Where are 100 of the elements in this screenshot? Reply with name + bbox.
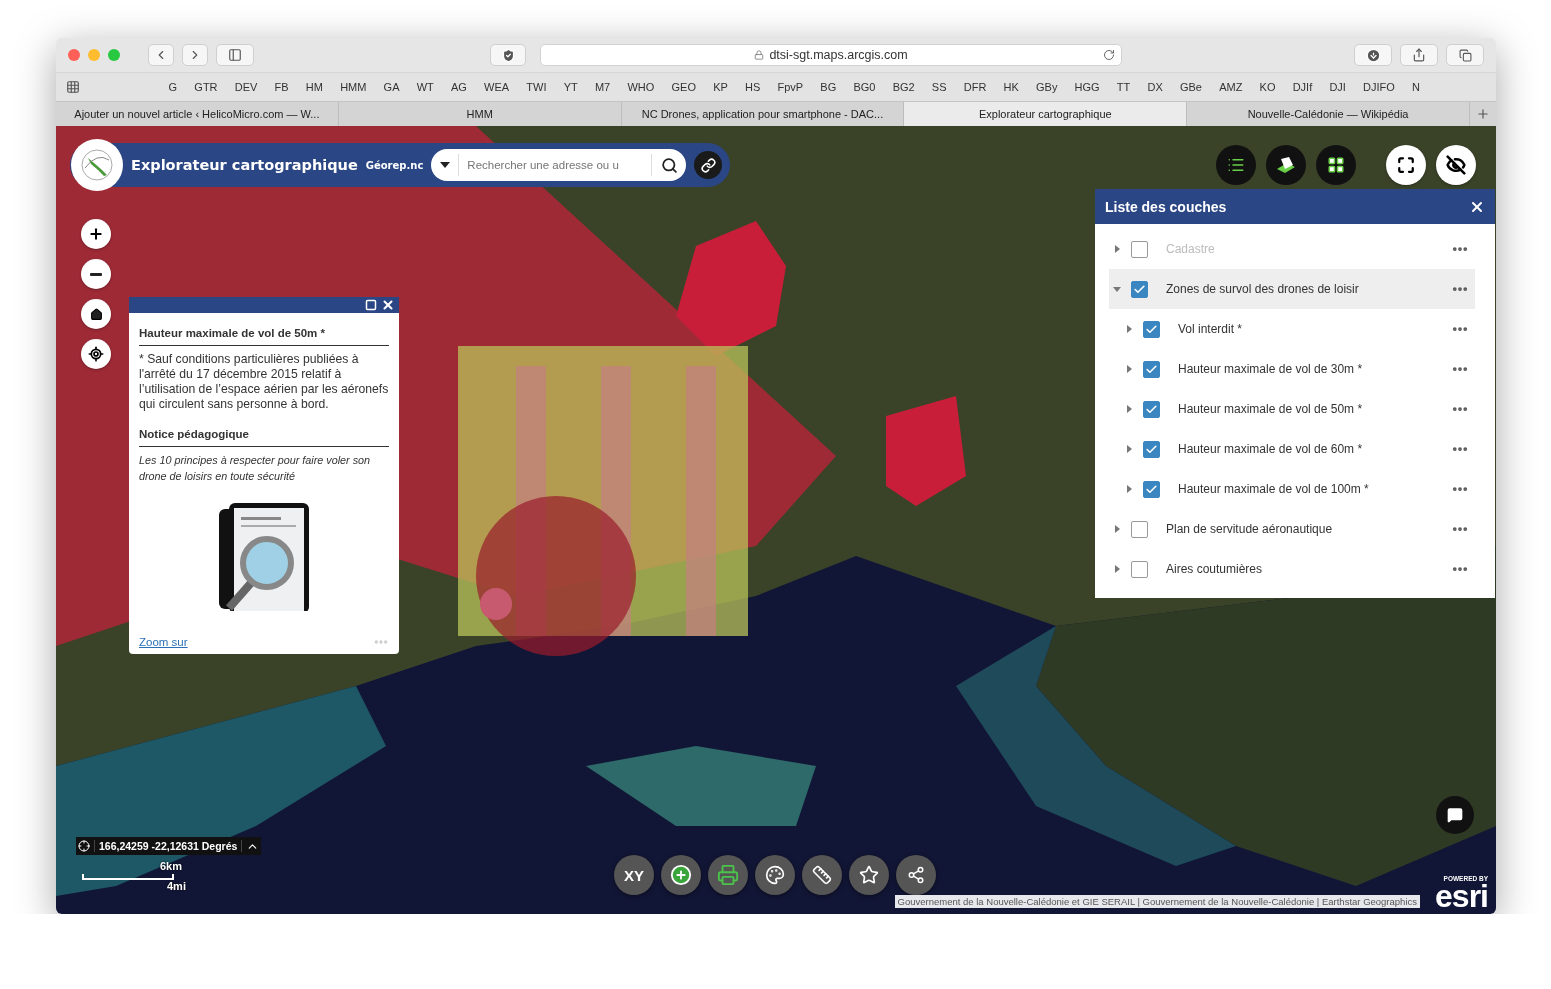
bookmark-link[interactable]: AMZ (1210, 81, 1251, 93)
popup-heading: Notice pédagogique (139, 422, 389, 447)
layer-checkbox[interactable] (1143, 480, 1160, 498)
bookmark-link[interactable]: G (160, 81, 186, 93)
grid-icon (1327, 156, 1345, 174)
bookmark-link[interactable]: TWI (517, 81, 556, 93)
bookmark-link[interactable]: GBe (1171, 81, 1211, 93)
star-icon (859, 865, 879, 885)
layer-checkbox[interactable] (1143, 360, 1160, 378)
layer-checkbox[interactable] (1131, 560, 1148, 578)
bookmark-link[interactable]: BG2 (884, 81, 924, 93)
share-page-button[interactable] (1400, 44, 1438, 66)
shield-icon (500, 47, 516, 63)
caret-right-icon (1125, 325, 1133, 333)
layer-row[interactable]: Aires coutumières (1109, 549, 1475, 589)
bookmark-link[interactable]: GTR (185, 81, 227, 93)
layer-checkbox[interactable] (1143, 400, 1160, 418)
bookmark-link[interactable]: KP (704, 81, 737, 93)
url-text: dtsi-sgt.maps.arcgis.com (769, 48, 908, 62)
bookmark-link[interactable]: N (1403, 81, 1429, 93)
caret-down-icon (1113, 285, 1121, 293)
layer-row[interactable]: Hauteur maximale de vol de 60m * (1109, 429, 1475, 469)
bookmark-link[interactable]: DJIFO (1354, 81, 1404, 93)
close-icon[interactable] (381, 298, 395, 312)
minus-icon (90, 272, 102, 276)
caret-right-icon (1113, 525, 1121, 533)
reload-icon[interactable] (1103, 49, 1115, 61)
browser-tab[interactable]: Explorateur cartographique (904, 102, 1188, 126)
bookmark-link[interactable]: HGG (1066, 81, 1109, 93)
bookmark-link[interactable]: SS (923, 81, 956, 93)
bookmark-link[interactable]: WHO (618, 81, 663, 93)
download-icon (1365, 47, 1381, 63)
layer-checkbox[interactable] (1143, 320, 1160, 338)
bookmark-link[interactable]: DEV (226, 81, 266, 93)
link-button[interactable] (694, 151, 722, 179)
bookmark-link[interactable]: BG0 (844, 81, 885, 93)
layer-checkbox[interactable] (1131, 280, 1148, 298)
chat-icon (1447, 807, 1463, 823)
bookmark-link[interactable]: DFR (955, 81, 995, 93)
bookmark-link[interactable]: BG (811, 81, 845, 93)
map-icon (1275, 155, 1297, 175)
bookmark-link[interactable]: DJI (1320, 81, 1355, 93)
search-field[interactable]: Rechercher une adresse ou u (431, 149, 686, 181)
plus-icon (88, 226, 104, 242)
bookmark-link[interactable]: WT (408, 81, 443, 93)
download-button[interactable] (1354, 44, 1392, 66)
layer-label: Aires coutumières (1166, 562, 1264, 576)
bookmark-link[interactable]: FB (266, 81, 298, 93)
logo-icon (80, 148, 114, 182)
bookmark-link[interactable]: KO (1250, 81, 1285, 93)
caret-right-icon (1113, 565, 1121, 573)
check-icon (1145, 482, 1158, 496)
bookmark-link[interactable]: HS (736, 81, 769, 93)
bookmark-link[interactable]: GBy (1027, 81, 1066, 93)
home-icon (89, 307, 103, 321)
bookmark-link[interactable]: DJIf (1284, 81, 1321, 93)
bookmark-link[interactable]: FpvP (768, 81, 812, 93)
tabs-button[interactable] (1446, 44, 1484, 66)
bookmark-link[interactable]: HM (297, 81, 332, 93)
fullscreen-icon (1397, 156, 1415, 174)
check-icon (1145, 442, 1158, 456)
check-icon (1145, 322, 1158, 336)
bookmark-link[interactable]: WEA (475, 81, 518, 93)
url-field[interactable]: dtsi-sgt.maps.arcgis.com (540, 44, 1122, 66)
link-icon (700, 157, 716, 173)
layer-row[interactable]: Plan de servitude aéronautique (1109, 509, 1475, 549)
bookmark-link[interactable]: M7 (586, 81, 619, 93)
layer-row[interactable]: Vol interdit * (1109, 309, 1475, 349)
bookmark-link[interactable]: GEO (662, 81, 705, 93)
sidebar-icon (228, 48, 242, 62)
layer-label: Hauteur maximale de vol de 100m * (1178, 482, 1370, 496)
bookmark-link[interactable]: YT (555, 81, 587, 93)
bookmark-link[interactable]: DX (1138, 81, 1172, 93)
bookmark-link[interactable]: GA (375, 81, 409, 93)
back-button[interactable] (148, 44, 174, 66)
bookmark-link[interactable]: HMM (331, 81, 375, 93)
caret-right-icon (1125, 365, 1133, 373)
bookmark-link[interactable]: AG (442, 81, 476, 93)
zoom-link[interactable]: Zoom sur (139, 636, 188, 648)
attribution-text: Gouvernement de la Nouvelle-Calédonie et GIE SERAIL | Gouvernement de la Nouvelle-Calédonie | Earthstar Geographics (894, 895, 1420, 908)
esri-logo: esri (1435, 882, 1488, 910)
locate-icon (88, 346, 104, 362)
bookmark-link[interactable]: TT (1108, 81, 1139, 93)
layer-row[interactable]: Hauteur maximale de vol de 100m * (1109, 469, 1475, 509)
bookmark-link[interactable]: HK (994, 81, 1028, 93)
forward-button[interactable] (182, 44, 208, 66)
panel-title: Liste des couches (1105, 198, 1227, 215)
layer-row[interactable]: Zones de survol des drones de loisir (1109, 269, 1475, 309)
list-icon (1227, 156, 1245, 174)
layer-row[interactable]: Hauteur maximale de vol de 50m * (1109, 389, 1475, 429)
layer-checkbox[interactable] (1131, 520, 1148, 538)
maximize-icon[interactable] (365, 299, 377, 311)
grid-icon[interactable] (66, 80, 80, 94)
crosshair-icon[interactable] (78, 840, 90, 852)
shield-button[interactable] (490, 44, 526, 66)
layer-checkbox[interactable] (1143, 440, 1160, 458)
sidebar-button[interactable] (216, 44, 254, 66)
layer-row[interactable]: Hauteur maximale de vol de 30m * (1109, 349, 1475, 389)
share-icon (1412, 48, 1426, 62)
popup-text: * Sauf conditions particulières publiées à l'arrêté du 17 décembre 2015 relatif à l’utilisation de l’espace aérien par les aéronefs qui circulent sans personne à bord. (139, 351, 389, 413)
